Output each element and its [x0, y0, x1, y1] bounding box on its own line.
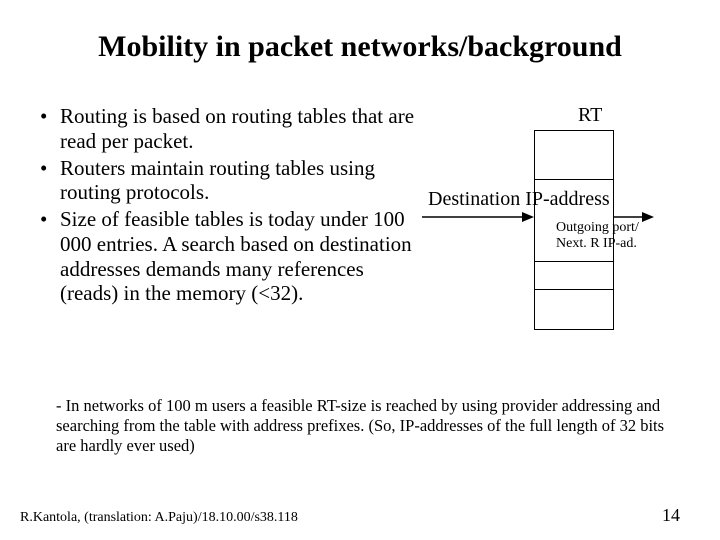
- table-divider: [535, 179, 613, 180]
- bullet-text: Routers maintain routing tables using ro…: [60, 156, 420, 206]
- bullet-text: Routing is based on routing tables that …: [60, 104, 420, 154]
- arrow-in-icon: [422, 210, 534, 224]
- outgoing-label: Outgoing port/ Next. R IP-ad.: [556, 220, 639, 252]
- destination-label: Destination IP-address: [428, 188, 610, 211]
- table-divider: [535, 289, 613, 290]
- content-area: • Routing is based on routing tables tha…: [40, 104, 680, 334]
- slide-title: Mobility in packet networks/background: [40, 30, 680, 64]
- arrow-out-icon: [614, 210, 654, 224]
- footnote-text: - In networks of 100 m users a feasible …: [56, 396, 680, 455]
- bullet-item: • Routers maintain routing tables using …: [40, 156, 420, 206]
- rt-label: RT: [578, 104, 602, 127]
- footer-author: R.Kantola, (translation: A.Paju)/18.10.0…: [20, 510, 298, 526]
- bullet-text: Size of feasible tables is today under 1…: [60, 207, 420, 306]
- bullet-marker: •: [40, 156, 60, 206]
- bullet-list: • Routing is based on routing tables tha…: [40, 104, 420, 334]
- routing-table-diagram: RT Destination IP-address Outgoing port/…: [428, 104, 658, 334]
- bullet-item: • Routing is based on routing tables tha…: [40, 104, 420, 154]
- outgoing-line2: Next. R IP-ad.: [556, 236, 637, 251]
- page-number: 14: [662, 505, 680, 526]
- slide: Mobility in packet networks/background •…: [0, 0, 720, 540]
- bullet-item: • Size of feasible tables is today under…: [40, 207, 420, 306]
- table-divider: [535, 261, 613, 262]
- bullet-marker: •: [40, 104, 60, 154]
- bullet-marker: •: [40, 207, 60, 306]
